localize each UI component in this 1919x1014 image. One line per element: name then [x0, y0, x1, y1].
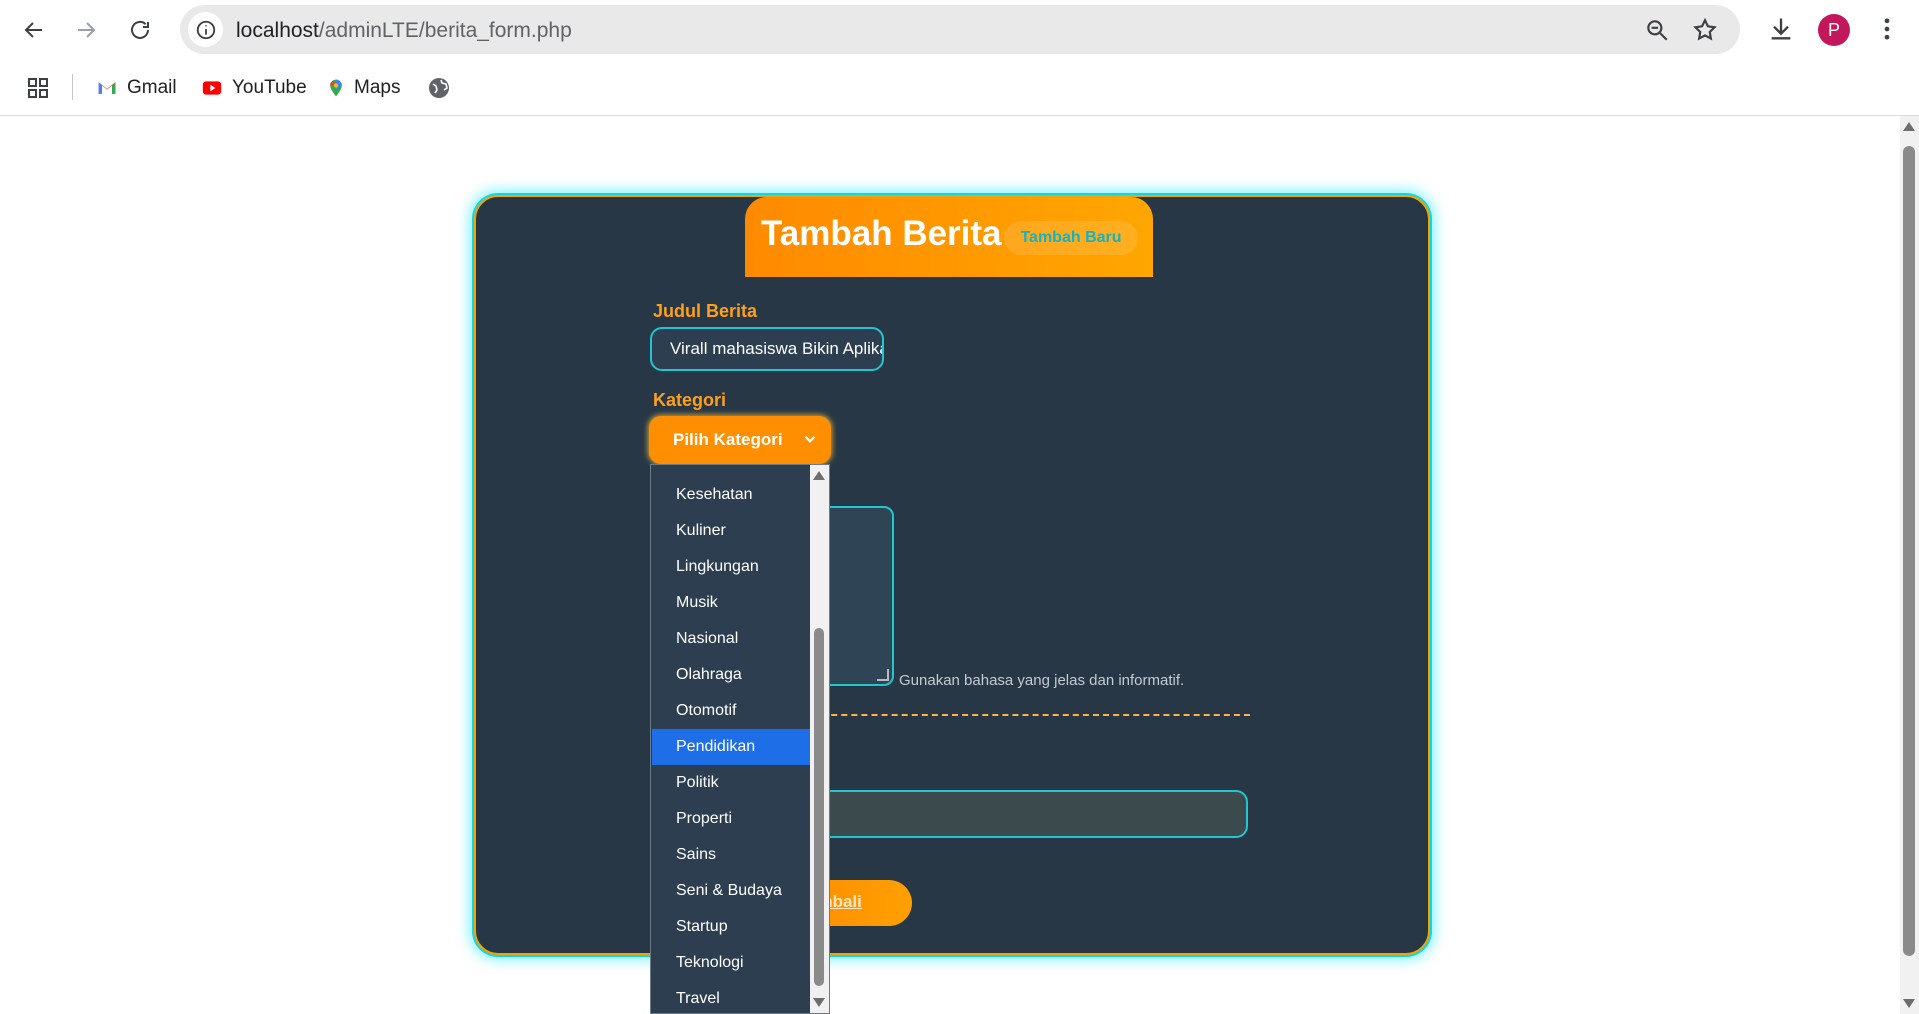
back-arrow-icon[interactable]	[14, 10, 54, 50]
url-path: /adminLTE/berita_form.php	[318, 19, 572, 42]
judul-input-value: Virall mahasiswa Bikin Aplikasi	[670, 339, 884, 358]
dropdown-scrollbar-thumb[interactable]	[814, 628, 824, 986]
option-lingkungan[interactable]: Lingkungan	[652, 549, 810, 585]
option-pendidikan[interactable]: Pendidikan	[652, 729, 810, 765]
bookmark-maps-label: Maps	[354, 77, 401, 98]
dropdown-scroll-down-icon[interactable]	[813, 998, 825, 1007]
profile-avatar[interactable]: P	[1818, 14, 1850, 46]
form-card	[474, 195, 1430, 955]
page-title: Tambah Berita	[761, 214, 1002, 253]
scroll-down-arrow-icon[interactable]	[1903, 999, 1915, 1008]
status-badge: Tambah Baru	[1004, 221, 1138, 255]
bookmark-maps[interactable]: Maps	[326, 74, 400, 102]
apps-grid-icon[interactable]	[26, 74, 50, 102]
download-icon[interactable]	[1766, 14, 1796, 44]
bookmark-gmail-label: Gmail	[127, 77, 177, 98]
option-otomotif[interactable]: Otomotif	[652, 693, 810, 729]
option-kuliner[interactable]: Kuliner	[652, 513, 810, 549]
bookmark-separator	[72, 74, 73, 100]
bookmark-youtube[interactable]: YouTube	[200, 74, 307, 102]
option-seni-budaya[interactable]: Seni & Budaya	[652, 873, 810, 909]
kategori-select[interactable]: Pilih Kategori	[649, 416, 831, 464]
chevron-down-icon	[804, 435, 816, 443]
browser-toolbar: localhost/adminLTE/berita_form.php P	[0, 0, 1919, 60]
option-properti[interactable]: Properti	[652, 801, 810, 837]
kategori-select-value: Pilih Kategori	[673, 430, 783, 449]
bookmarks-bar: Gmail YouTube Maps	[0, 60, 1919, 116]
page-scrollbar-thumb[interactable]	[1903, 146, 1915, 956]
kategori-label: Kategori	[653, 390, 727, 410]
content-hint: Gunakan bahasa yang jelas dan informatif…	[899, 672, 1185, 689]
address-bar[interactable]: localhost/adminLTE/berita_form.php	[180, 5, 1740, 54]
dropdown-scrollbar[interactable]	[810, 465, 829, 1013]
url-host: localhost	[236, 19, 319, 42]
dropdown-scroll-up-icon[interactable]	[813, 471, 825, 480]
option-teknologi[interactable]: Teknologi	[652, 945, 810, 981]
zoom-icon[interactable]	[1644, 17, 1670, 43]
youtube-icon	[202, 81, 222, 95]
page-scrollbar[interactable]	[1900, 116, 1919, 1014]
judul-input[interactable]: Virall mahasiswa Bikin Aplikasi	[650, 327, 884, 371]
option-nasional[interactable]: Nasional	[652, 621, 810, 657]
judul-label: Judul Berita	[653, 301, 758, 321]
menu-dots-icon[interactable]	[1872, 14, 1902, 44]
reload-icon[interactable]	[120, 10, 160, 50]
bookmark-star-icon[interactable]	[1692, 17, 1718, 43]
kategori-dropdown-list[interactable]: Kesehatan Kuliner Lingkungan Musik Nasio…	[650, 464, 830, 1014]
maps-icon	[330, 79, 342, 97]
resize-handle-icon[interactable]	[877, 669, 889, 681]
gmail-icon	[98, 82, 116, 94]
option-musik[interactable]: Musik	[652, 585, 810, 621]
option-olahraga[interactable]: Olahraga	[652, 657, 810, 693]
bookmark-gmail[interactable]: Gmail	[95, 74, 177, 102]
option-kesehatan[interactable]: Kesehatan	[652, 477, 810, 513]
avatar-letter: P	[1827, 19, 1840, 40]
option-startup[interactable]: Startup	[652, 909, 810, 945]
option-travel[interactable]: Travel	[652, 981, 810, 1013]
option-politik[interactable]: Politik	[652, 765, 810, 801]
scroll-up-arrow-icon[interactable]	[1903, 122, 1915, 131]
option-sains[interactable]: Sains	[652, 837, 810, 873]
site-info-icon[interactable]	[188, 12, 223, 47]
url-text[interactable]: localhost/adminLTE/berita_form.php	[236, 19, 572, 43]
forward-arrow-icon[interactable]	[66, 10, 106, 50]
bookmark-youtube-label: YouTube	[232, 77, 307, 98]
globe-icon[interactable]	[427, 74, 451, 102]
